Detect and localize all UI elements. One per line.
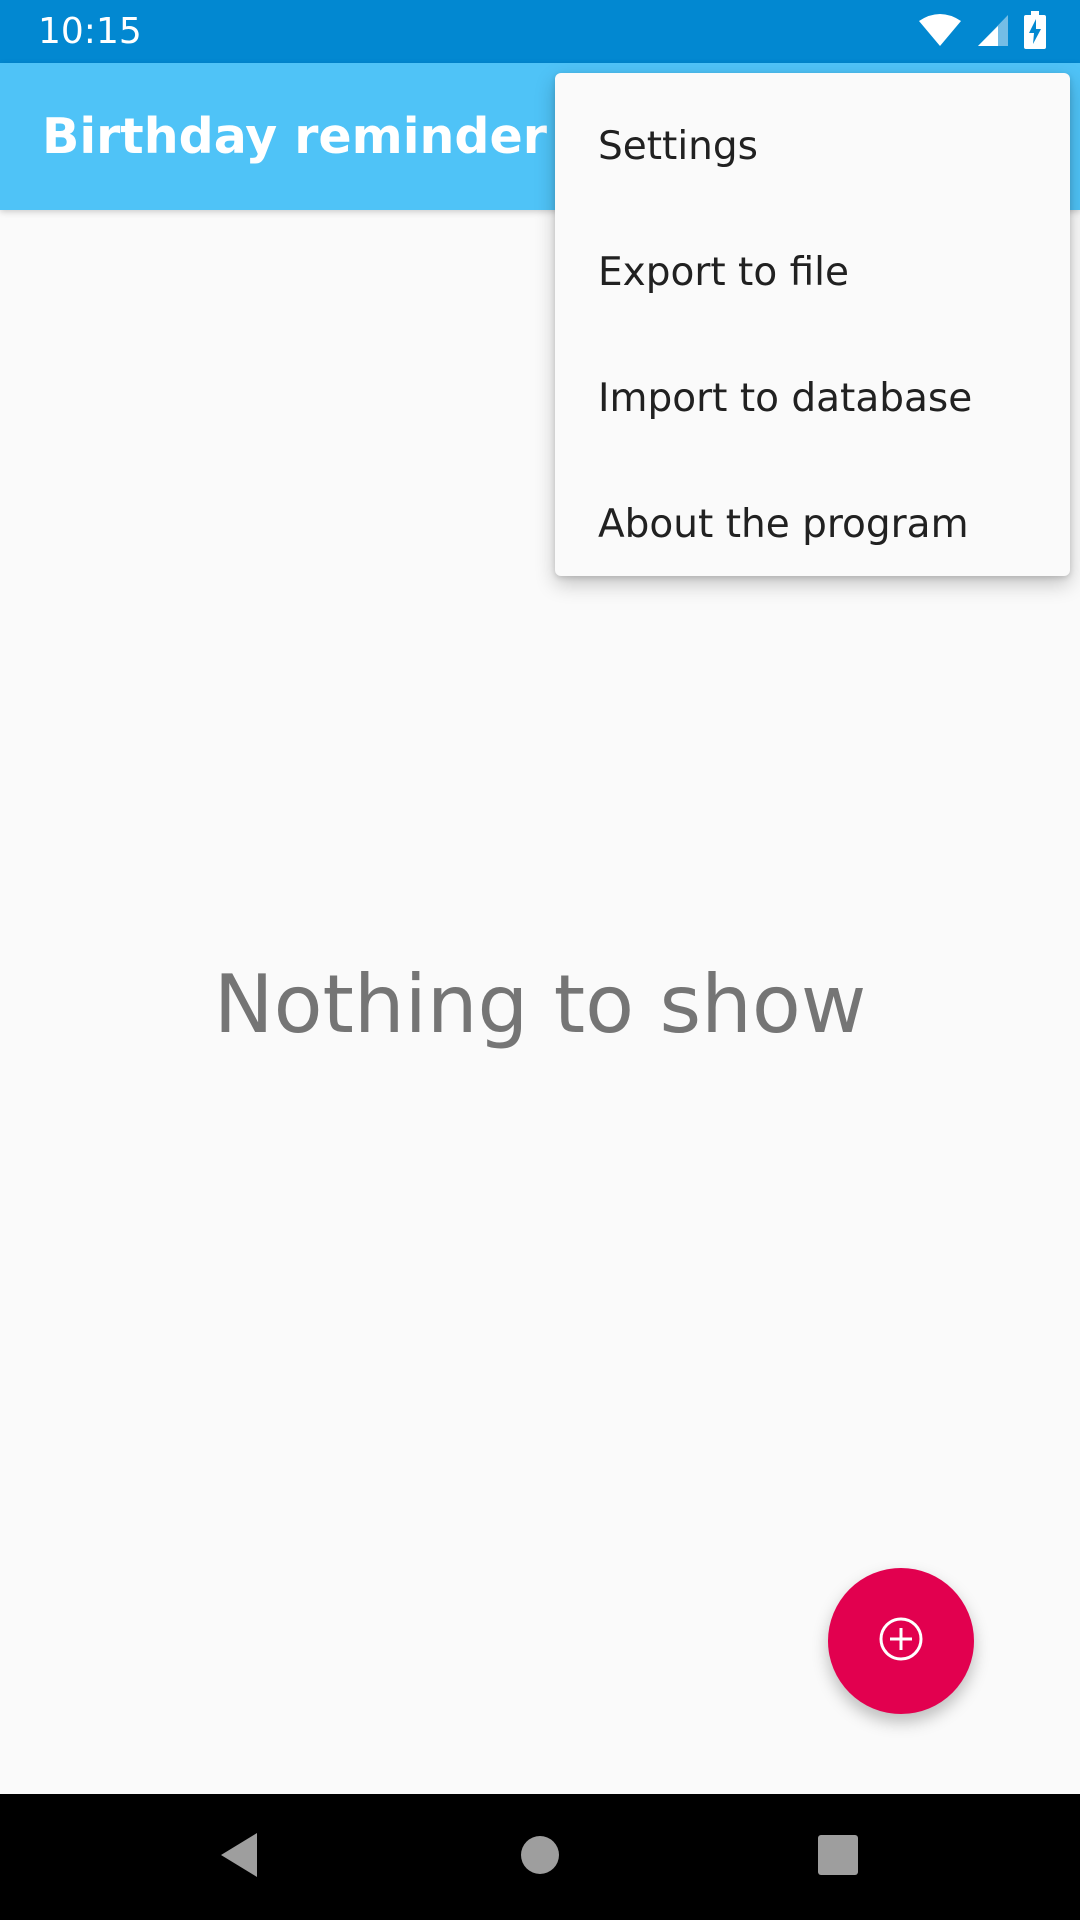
nav-recents-button[interactable] [803,1822,873,1892]
wifi-icon [918,13,962,51]
system-nav-bar [0,1794,1080,1920]
empty-state-message: Nothing to show [213,958,867,1051]
cell-signal-icon [976,13,1010,51]
menu-item-import-to-database[interactable]: Import to database [555,335,1070,461]
app-title: Birthday reminder [42,108,547,165]
menu-item-settings[interactable]: Settings [555,83,1070,209]
add-circle-icon [877,1615,925,1667]
recents-icon [818,1835,858,1879]
add-birthday-fab[interactable] [828,1568,974,1714]
nav-back-button[interactable] [204,1822,274,1892]
status-icons [918,11,1046,53]
back-icon [217,1831,261,1883]
status-bar: 10:15 [0,0,1080,63]
nav-home-button[interactable] [505,1822,575,1892]
menu-item-about-the-program[interactable]: About the program [555,461,1070,587]
home-icon [520,1835,560,1879]
menu-item-export-to-file[interactable]: Export to file [555,209,1070,335]
battery-charging-icon [1024,11,1046,53]
overflow-menu: Settings Export to file Import to databa… [555,73,1070,576]
status-time: 10:15 [38,11,142,52]
